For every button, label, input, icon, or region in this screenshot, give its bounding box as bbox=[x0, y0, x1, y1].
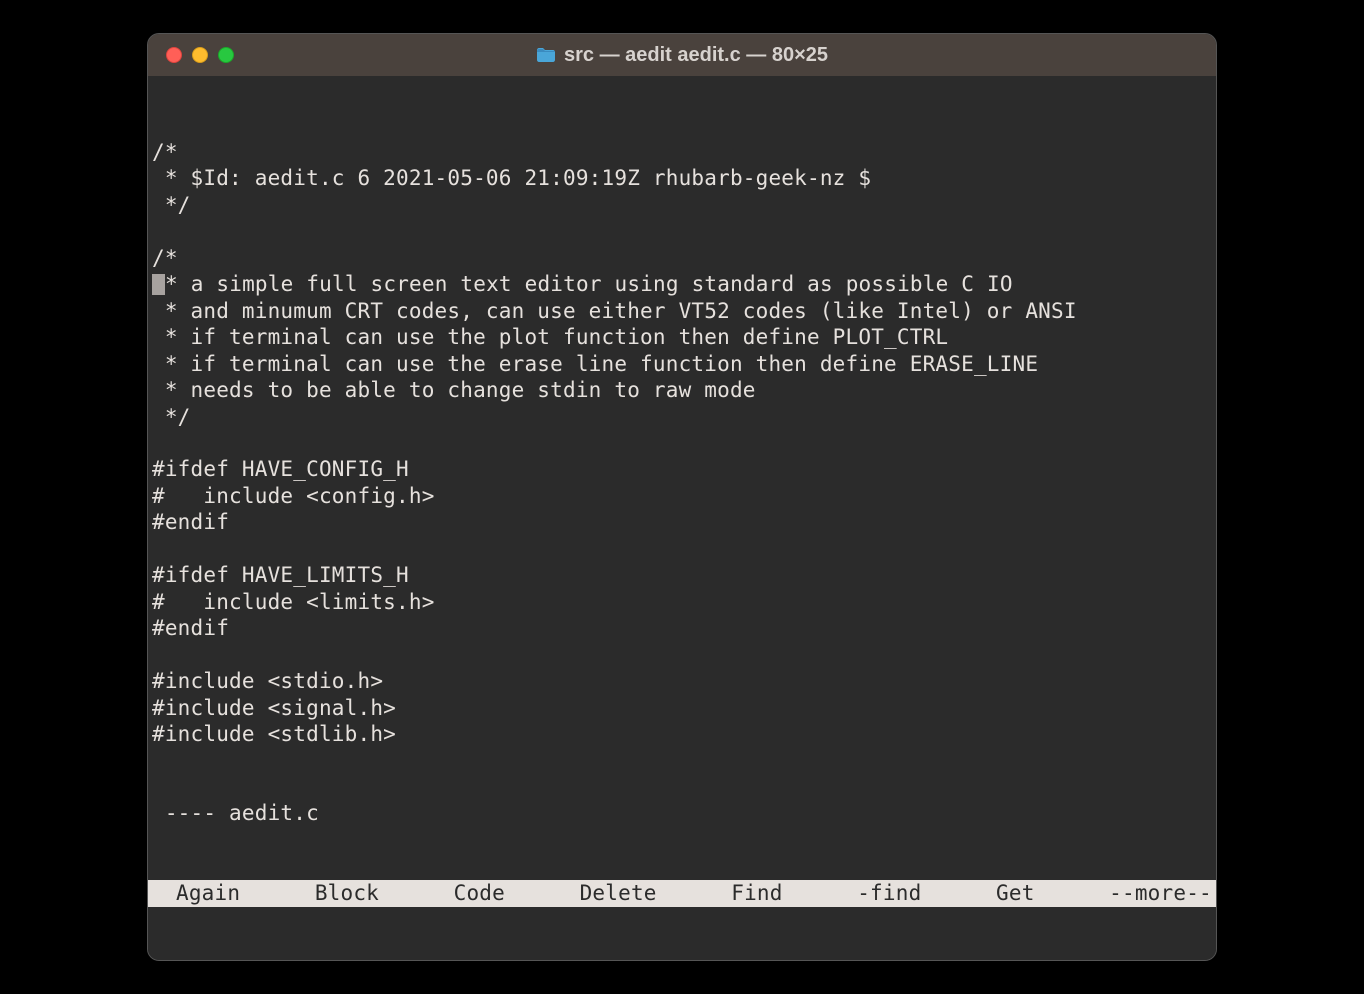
menu-delete[interactable]: Delete bbox=[580, 880, 657, 907]
menu-find[interactable]: Find bbox=[731, 880, 782, 907]
code-line bbox=[152, 430, 1216, 456]
code-line: #include <signal.h> bbox=[152, 695, 1216, 721]
cursor bbox=[152, 274, 165, 295]
zoom-button[interactable] bbox=[218, 47, 234, 63]
window-title: src — aedit aedit.c — 80×25 bbox=[564, 44, 828, 67]
close-button[interactable] bbox=[166, 47, 182, 63]
menu-get[interactable]: Get bbox=[996, 880, 1035, 907]
code-line: * $Id: aedit.c 6 2021-05-06 21:09:19Z rh… bbox=[152, 165, 1216, 191]
menu-more[interactable]: --more-- bbox=[1109, 880, 1212, 907]
minimize-button[interactable] bbox=[192, 47, 208, 63]
code-line: * needs to be able to change stdin to ra… bbox=[152, 377, 1216, 403]
terminal-content[interactable]: /* * $Id: aedit.c 6 2021-05-06 21:09:19Z… bbox=[148, 76, 1216, 960]
code-line: * if terminal can use the erase line fun… bbox=[152, 351, 1216, 377]
code-line bbox=[152, 218, 1216, 244]
traffic-lights bbox=[148, 47, 234, 63]
terminal-window: src — aedit aedit.c — 80×25 /* * $Id: ae… bbox=[147, 33, 1217, 961]
titlebar: src — aedit aedit.c — 80×25 bbox=[148, 34, 1216, 76]
code-line: * a simple full screen text editor using… bbox=[152, 271, 1216, 297]
code-line: */ bbox=[152, 192, 1216, 218]
code-line: # include <limits.h> bbox=[152, 589, 1216, 615]
code-line: #include <stdio.h> bbox=[152, 668, 1216, 694]
code-text: * a simple full screen text editor using… bbox=[165, 272, 1013, 296]
code-line bbox=[152, 536, 1216, 562]
code-line: /* bbox=[152, 139, 1216, 165]
code-line: #ifdef HAVE_CONFIG_H bbox=[152, 456, 1216, 482]
menu-block[interactable]: Block bbox=[315, 880, 379, 907]
code-line: #endif bbox=[152, 509, 1216, 535]
code-line: */ bbox=[152, 404, 1216, 430]
menu-code[interactable]: Code bbox=[454, 880, 505, 907]
code-block: /* * $Id: aedit.c 6 2021-05-06 21:09:19Z… bbox=[148, 139, 1216, 747]
code-line bbox=[152, 642, 1216, 668]
menu-bar: Again Block Code Delete Find -find Get -… bbox=[148, 880, 1216, 907]
menu-rfind[interactable]: -find bbox=[857, 880, 921, 907]
code-line: #include <stdlib.h> bbox=[152, 721, 1216, 747]
code-line: * and minumum CRT codes, can use either … bbox=[152, 298, 1216, 324]
status-line: ---- aedit.c bbox=[148, 800, 1216, 826]
code-line: /* bbox=[152, 245, 1216, 271]
folder-icon bbox=[536, 47, 556, 63]
code-line: * if terminal can use the plot function … bbox=[152, 324, 1216, 350]
code-line: #endif bbox=[152, 615, 1216, 641]
code-line: # include <config.h> bbox=[152, 483, 1216, 509]
title-wrap: src — aedit aedit.c — 80×25 bbox=[148, 44, 1216, 67]
code-line: #ifdef HAVE_LIMITS_H bbox=[152, 562, 1216, 588]
menu-again[interactable]: Again bbox=[176, 880, 240, 907]
